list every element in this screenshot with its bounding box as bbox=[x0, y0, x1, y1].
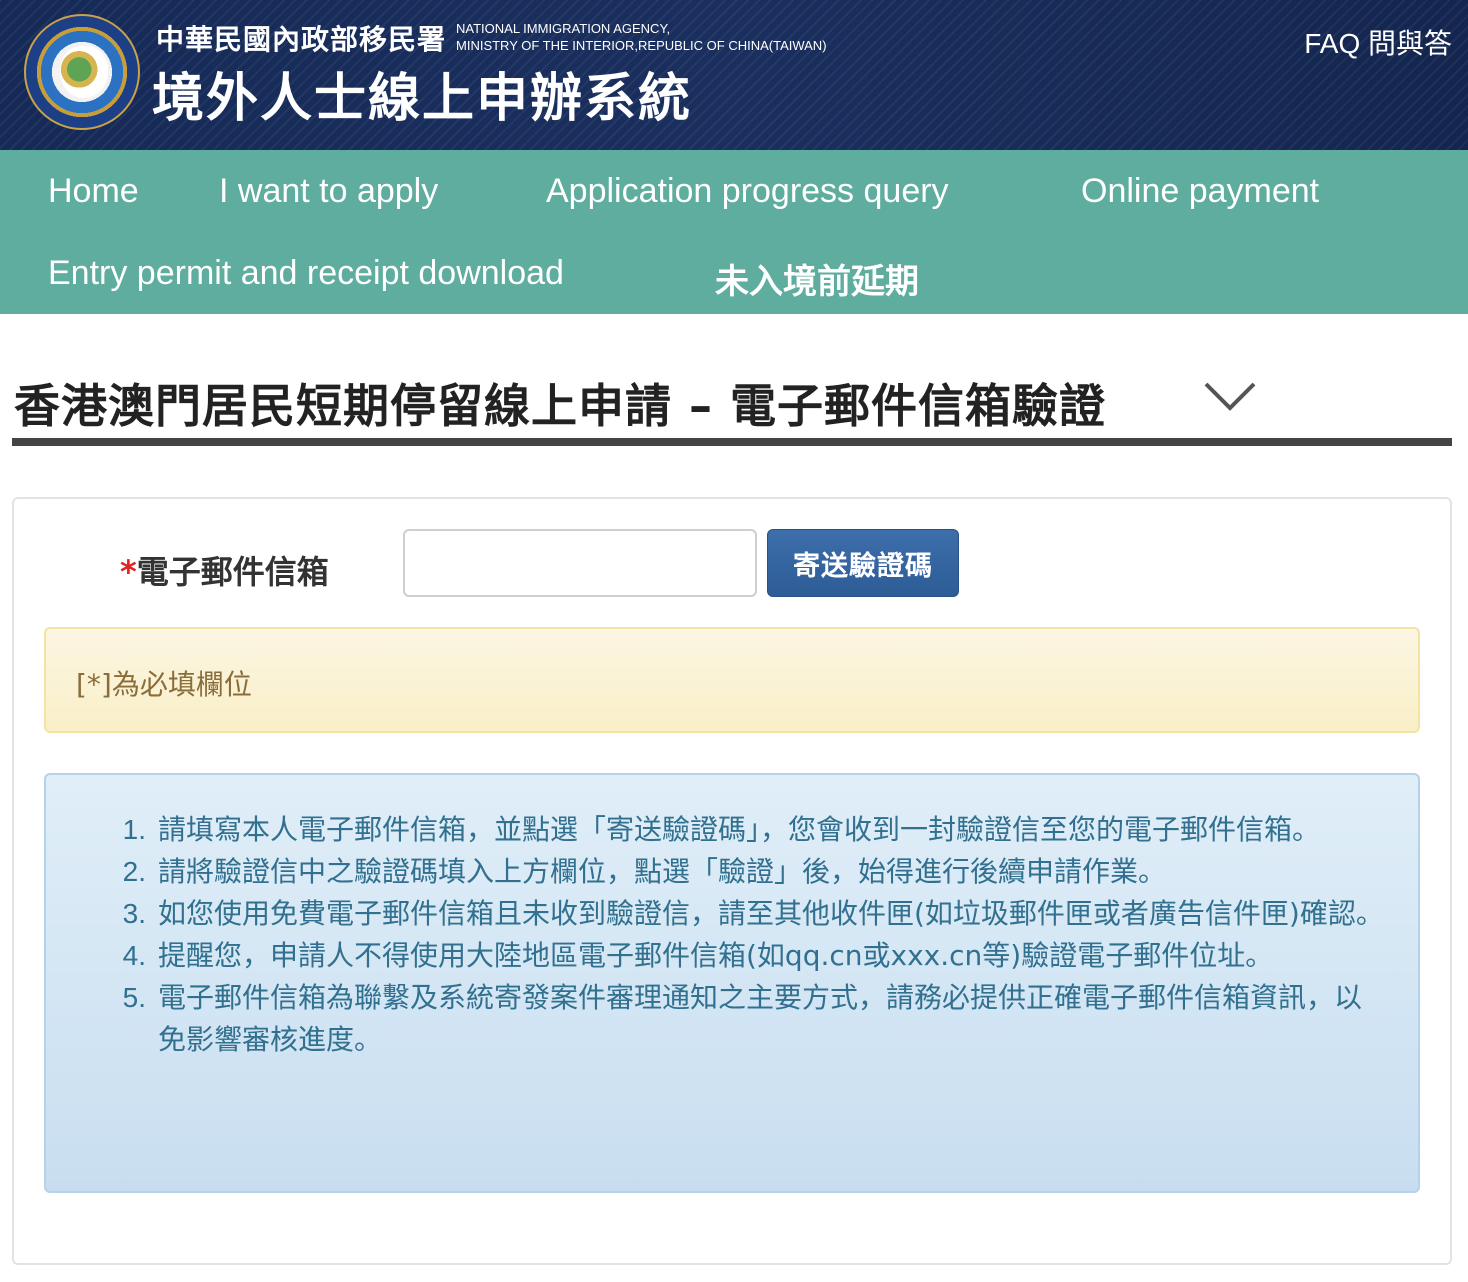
nav-item-progress-query[interactable]: Application progress query bbox=[546, 172, 949, 211]
email-label-text: 電子郵件信箱 bbox=[136, 553, 329, 591]
instruction-item: 2. 請將驗證信中之驗證碼填入上方欄位，點選「驗證」後，始得進行後續申請作業。 bbox=[106, 851, 1386, 893]
required-fields-note: [*]為必填欄位 bbox=[76, 668, 252, 701]
required-fields-notice: [*]為必填欄位 bbox=[44, 627, 1420, 733]
page-title: 香港澳門居民短期停留線上申請 – 電子郵件信箱驗證 bbox=[14, 379, 1107, 433]
instructions-list: 1. 請填寫本人電子郵件信箱，並點選「寄送驗證碼」，您會收到一封驗證信至您的電子… bbox=[106, 809, 1386, 1061]
site-header: 中華民國內政部移民署 NATIONAL IMMIGRATION AGENCY, … bbox=[0, 0, 1468, 150]
nav-item-online-payment[interactable]: Online payment bbox=[1081, 172, 1319, 211]
agency-name-zh: 中華民國內政部移民署 bbox=[156, 23, 447, 56]
faq-link[interactable]: FAQ 問與答 bbox=[1304, 22, 1452, 62]
instruction-text: 請將驗證信中之驗證碼填入上方欄位，點選「驗證」後，始得進行後續申請作業。 bbox=[158, 855, 1167, 888]
agency-name-en-line2: MINISTRY OF THE INTERIOR,REPUBLIC OF CHI… bbox=[456, 38, 827, 53]
agency-name-en: NATIONAL IMMIGRATION AGENCY, MINISTRY OF… bbox=[456, 20, 827, 54]
nav-item-permit-download[interactable]: Entry permit and receipt download bbox=[48, 254, 564, 293]
chevron-down-icon[interactable] bbox=[1202, 378, 1258, 414]
title-divider bbox=[12, 438, 1452, 446]
nav-item-home[interactable]: Home bbox=[48, 172, 139, 211]
email-field[interactable] bbox=[403, 529, 757, 597]
instruction-text: 電子郵件信箱為聯繫及系統寄發案件審理通知之主要方式，請務必提供正確電子郵件信箱資… bbox=[158, 981, 1363, 1056]
send-verification-code-button[interactable]: 寄送驗證碼 bbox=[767, 529, 959, 597]
instruction-item: 5. 電子郵件信箱為聯繫及系統寄發案件審理通知之主要方式，請務必提供正確電子郵件… bbox=[106, 977, 1386, 1061]
nav-item-extension-before-entry[interactable]: 未入境前延期 bbox=[715, 254, 919, 303]
instruction-number: 2. bbox=[122, 856, 146, 887]
system-title: 境外人士線上申辦系統 bbox=[152, 69, 693, 129]
email-field-label: *電子郵件信箱 bbox=[120, 547, 329, 593]
instruction-number: 3. bbox=[122, 898, 146, 929]
instruction-item: 1. 請填寫本人電子郵件信箱，並點選「寄送驗證碼」，您會收到一封驗證信至您的電子… bbox=[106, 809, 1386, 851]
instruction-number: 1. bbox=[122, 814, 146, 845]
instruction-text: 請填寫本人電子郵件信箱，並點選「寄送驗證碼」，您會收到一封驗證信至您的電子郵件信… bbox=[158, 813, 1321, 846]
instruction-item: 4. 提醒您，申請人不得使用大陸地區電子郵件信箱(如qq.cn或xxx.cn等)… bbox=[106, 935, 1386, 977]
instruction-item: 3. 如您使用免費電子郵件信箱且未收到驗證信，請至其他收件匣(如垃圾郵件匣或者廣… bbox=[106, 893, 1386, 935]
nav-item-apply[interactable]: I want to apply bbox=[219, 172, 438, 211]
national-immigration-agency-seal-icon[interactable] bbox=[24, 14, 140, 130]
main-nav: Home I want to apply Application progres… bbox=[0, 150, 1468, 314]
instructions-box: 1. 請填寫本人電子郵件信箱，並點選「寄送驗證碼」，您會收到一封驗證信至您的電子… bbox=[44, 773, 1420, 1193]
instruction-text: 提醒您，申請人不得使用大陸地區電子郵件信箱(如qq.cn或xxx.cn等)驗證電… bbox=[158, 939, 1274, 972]
instruction-number: 4. bbox=[122, 940, 146, 971]
instruction-text: 如您使用免費電子郵件信箱且未收到驗證信，請至其他收件匣(如垃圾郵件匣或者廣告信件… bbox=[158, 897, 1384, 930]
globe-emblem-icon bbox=[60, 46, 108, 98]
agency-name-en-line1: NATIONAL IMMIGRATION AGENCY, bbox=[456, 21, 671, 36]
instruction-number: 5. bbox=[122, 982, 146, 1013]
required-mark: * bbox=[120, 553, 137, 591]
